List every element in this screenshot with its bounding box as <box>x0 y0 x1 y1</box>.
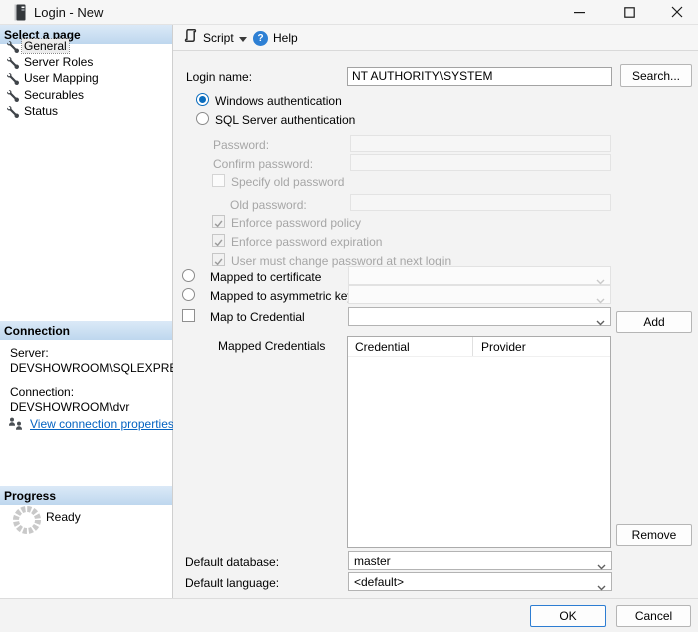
chevron-down-icon <box>596 293 605 307</box>
script-button[interactable]: Script <box>179 27 251 49</box>
old-password-input <box>350 194 611 211</box>
sidebar-item-label: Status <box>24 104 58 118</box>
map-to-credential-label: Map to Credential <box>210 310 305 324</box>
chevron-down-icon <box>597 580 606 594</box>
enforce-password-policy-checkbox <box>212 215 225 228</box>
add-button[interactable]: Add <box>616 311 692 333</box>
windows-authentication-label: Windows authentication <box>215 94 342 108</box>
certificate-dropdown <box>348 266 611 285</box>
chevron-down-icon <box>596 315 605 329</box>
default-database-value: master <box>354 554 391 568</box>
minimize-icon <box>574 7 585 18</box>
must-change-password-checkbox <box>212 253 225 266</box>
maximize-icon <box>624 7 635 18</box>
connection-properties-icon <box>7 415 24 437</box>
connection-header: Connection <box>0 321 172 340</box>
sidebar-item-server-roles[interactable]: Server Roles <box>0 54 172 70</box>
default-language-value: <default> <box>354 575 404 589</box>
enforce-password-expiration-checkbox <box>212 234 225 247</box>
chevron-down-icon <box>239 29 247 47</box>
mapped-to-asymmetric-key-radio[interactable] <box>182 288 195 301</box>
toolbar: Script ? Help <box>173 25 698 51</box>
connection-value: DEVSHOWROOM\dvr <box>10 400 129 414</box>
sql-server-authentication-label: SQL Server authentication <box>215 113 355 127</box>
column-divider <box>472 337 473 356</box>
sidebar: Select a page General Server Roles User … <box>0 25 173 598</box>
dialog-footer: OK Cancel <box>0 598 698 632</box>
ok-button[interactable]: OK <box>530 605 606 627</box>
sidebar-item-label: General <box>22 39 69 53</box>
script-button-label: Script <box>203 31 234 45</box>
provider-column-header: Provider <box>474 337 526 356</box>
app-icon <box>13 4 27 26</box>
windows-authentication-radio[interactable] <box>196 93 209 106</box>
title-bar: Login - New <box>0 0 698 25</box>
default-language-dropdown[interactable]: <default> <box>348 572 612 591</box>
mapped-to-certificate-radio[interactable] <box>182 269 195 282</box>
credential-column-header: Credential <box>348 337 410 356</box>
checkmark-icon <box>213 256 224 267</box>
specify-old-password-label: Specify old password <box>231 175 344 189</box>
wrench-icon <box>7 105 19 123</box>
map-to-credential-checkbox[interactable] <box>182 309 195 322</box>
remove-button[interactable]: Remove <box>616 524 692 546</box>
help-icon: ? <box>253 31 268 46</box>
sidebar-item-user-mapping[interactable]: User Mapping <box>0 70 172 86</box>
mapped-credentials-label: Mapped Credentials <box>218 339 325 353</box>
sidebar-item-label: User Mapping <box>24 71 99 85</box>
view-connection-properties-link[interactable]: View connection properties <box>30 417 174 431</box>
mapped-credentials-table[interactable]: Credential Provider <box>347 336 611 548</box>
confirm-password-input <box>350 154 611 171</box>
sidebar-item-label: Securables <box>24 88 84 102</box>
default-language-label: Default language: <box>185 576 279 590</box>
specify-old-password-checkbox <box>212 174 225 187</box>
credential-dropdown[interactable] <box>348 307 611 326</box>
sidebar-item-label: Server Roles <box>24 55 93 69</box>
progress-header: Progress <box>0 486 172 505</box>
asymmetric-key-dropdown <box>348 285 611 304</box>
mapped-to-asymmetric-key-label: Mapped to asymmetric key <box>210 289 353 303</box>
enforce-password-expiration-label: Enforce password expiration <box>231 235 382 249</box>
server-value: DEVSHOWROOM\SQLEXPRESS <box>10 361 193 375</box>
mapped-to-certificate-label: Mapped to certificate <box>210 270 321 284</box>
maximize-button[interactable] <box>614 0 644 24</box>
general-page-panel: Login name: NT AUTHORITY\SYSTEM Search..… <box>173 51 698 598</box>
checkmark-icon <box>213 237 224 248</box>
close-button[interactable] <box>662 0 692 24</box>
search-button[interactable]: Search... <box>620 64 692 87</box>
chevron-down-icon <box>597 559 606 573</box>
old-password-label: Old password: <box>230 198 307 212</box>
progress-spinner-icon <box>11 504 43 541</box>
progress-status: Ready <box>46 510 81 524</box>
sidebar-item-securables[interactable]: Securables <box>0 87 172 103</box>
cancel-button[interactable]: Cancel <box>616 605 691 627</box>
enforce-password-policy-label: Enforce password policy <box>231 216 361 230</box>
window-title: Login - New <box>34 5 103 20</box>
help-button[interactable]: ? Help <box>249 27 302 49</box>
minimize-button[interactable] <box>564 0 594 24</box>
login-name-label: Login name: <box>186 70 252 84</box>
default-database-label: Default database: <box>185 555 279 569</box>
server-label: Server: <box>10 346 49 360</box>
help-button-label: Help <box>273 31 298 45</box>
default-database-dropdown[interactable]: master <box>348 551 612 570</box>
password-label: Password: <box>213 138 269 152</box>
checkmark-icon <box>213 218 224 229</box>
header-underline <box>348 356 610 357</box>
confirm-password-label: Confirm password: <box>213 157 313 171</box>
close-icon <box>671 6 683 18</box>
login-name-input[interactable]: NT AUTHORITY\SYSTEM <box>347 67 612 86</box>
script-icon <box>183 28 198 48</box>
sidebar-item-status[interactable]: Status <box>0 103 172 119</box>
password-input <box>350 135 611 152</box>
sidebar-item-general[interactable]: General <box>0 38 172 54</box>
connection-label: Connection: <box>10 385 74 399</box>
login-new-dialog: Login - New Select a page General Server… <box>0 0 698 632</box>
sql-server-authentication-radio[interactable] <box>196 112 209 125</box>
